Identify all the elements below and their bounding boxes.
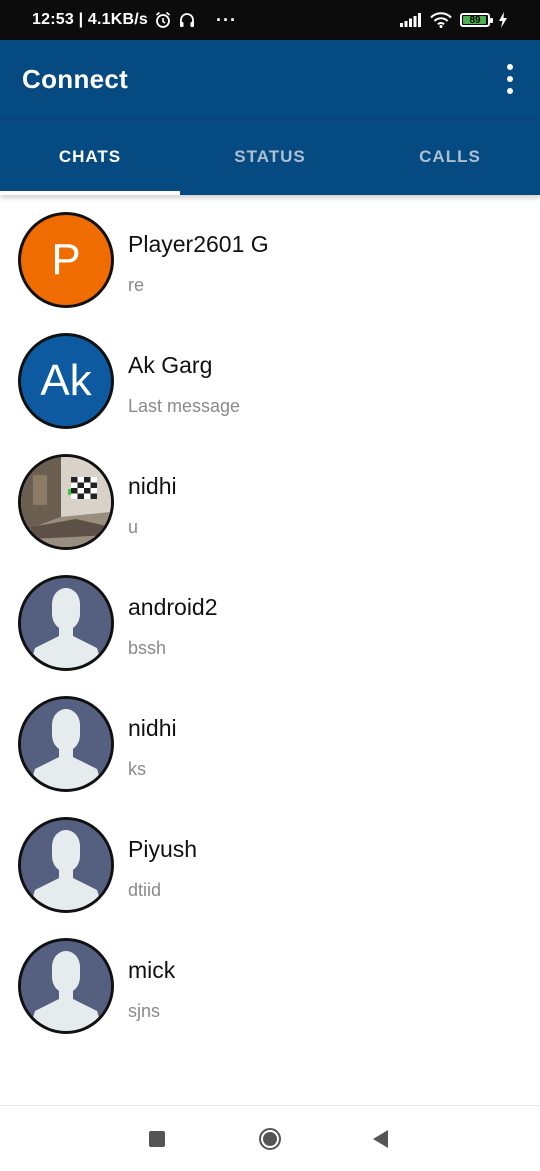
tab-status[interactable]: STATUS <box>180 119 360 195</box>
chat-name: Player2601 G <box>128 231 269 257</box>
chat-name: android2 <box>128 594 218 620</box>
person-silhouette-icon <box>21 941 111 1031</box>
chat-name: Ak Garg <box>128 352 213 378</box>
status-right: 89 <box>400 12 508 28</box>
navigation-bar <box>0 1105 540 1171</box>
signal-icon <box>400 13 422 27</box>
person-silhouette-icon <box>21 578 111 668</box>
app-bar: Connect <box>0 40 540 118</box>
chat-last-message: dtiid <box>128 880 162 900</box>
chat-list: P Player2601 G re Ak Ak Garg Last messag… <box>0 200 540 1047</box>
chat-item[interactable]: android2 bssh <box>0 563 540 684</box>
charging-icon <box>498 12 508 28</box>
more-vertical-icon[interactable] <box>498 64 522 94</box>
person-silhouette-icon <box>21 820 111 910</box>
avatar[interactable]: P <box>18 212 114 308</box>
chat-item[interactable]: nidhi ks <box>0 684 540 805</box>
recents-icon[interactable] <box>127 1106 187 1171</box>
chat-name: Piyush <box>128 836 198 862</box>
home-ring <box>259 1127 281 1150</box>
chat-last-message: Last message <box>128 396 241 416</box>
avatar-photo[interactable] <box>18 454 114 550</box>
tab-calls[interactable]: CALLS <box>360 119 540 195</box>
alarm-icon <box>154 11 172 29</box>
wifi-icon <box>430 12 452 28</box>
tab-bar: CHATS STATUS CALLS <box>0 118 540 195</box>
avatar-default[interactable] <box>18 575 114 671</box>
chat-name: mick <box>128 957 176 983</box>
chat-item[interactable]: mick sjns <box>0 926 540 1047</box>
avatar-letter: Ak <box>40 356 92 405</box>
person-silhouette-icon <box>21 699 111 789</box>
back-triangle <box>372 1129 388 1148</box>
chat-last-message: re <box>128 275 145 295</box>
avatar-default[interactable] <box>18 696 114 792</box>
app-title: Connect <box>22 64 129 94</box>
avatar-default[interactable] <box>18 938 114 1034</box>
status-more-dots: ··· <box>215 9 237 30</box>
checkered-frame <box>68 477 97 499</box>
overflow-dot <box>507 76 513 82</box>
home-icon[interactable] <box>240 1106 300 1171</box>
back-icon[interactable] <box>350 1106 410 1171</box>
chat-last-message: u <box>128 517 139 537</box>
avatar[interactable]: Ak <box>18 333 114 429</box>
avatar-letter: P <box>51 235 81 284</box>
room-photo-image <box>21 457 111 547</box>
home-dot <box>263 1131 277 1146</box>
chat-item[interactable]: Ak Ak Garg Last message <box>0 321 540 442</box>
battery-icon: 89 <box>460 13 493 27</box>
chat-last-message: ks <box>128 759 146 779</box>
chat-item[interactable]: nidhi u <box>0 442 540 563</box>
chat-item[interactable]: P Player2601 G re <box>0 200 540 321</box>
chat-name: nidhi <box>128 715 177 741</box>
battery-level: 89 <box>469 14 481 26</box>
chat-item[interactable]: Piyush dtiid <box>0 805 540 926</box>
recents-square <box>149 1130 165 1147</box>
status-time: 12:53 | 4.1KB/s <box>32 11 148 28</box>
headset-icon <box>178 11 196 29</box>
tab-chats[interactable]: CHATS <box>0 119 180 195</box>
overflow-dot <box>507 88 513 94</box>
status-left: 12:53 | 4.1KB/s ··· <box>32 10 237 31</box>
avatar-default[interactable] <box>18 817 114 913</box>
chat-last-message: bssh <box>128 638 167 658</box>
chat-name: nidhi <box>128 473 177 499</box>
chat-last-message: sjns <box>128 1001 161 1021</box>
status-bar: 12:53 | 4.1KB/s ··· 89 <box>0 0 540 40</box>
overflow-dot <box>507 64 513 70</box>
